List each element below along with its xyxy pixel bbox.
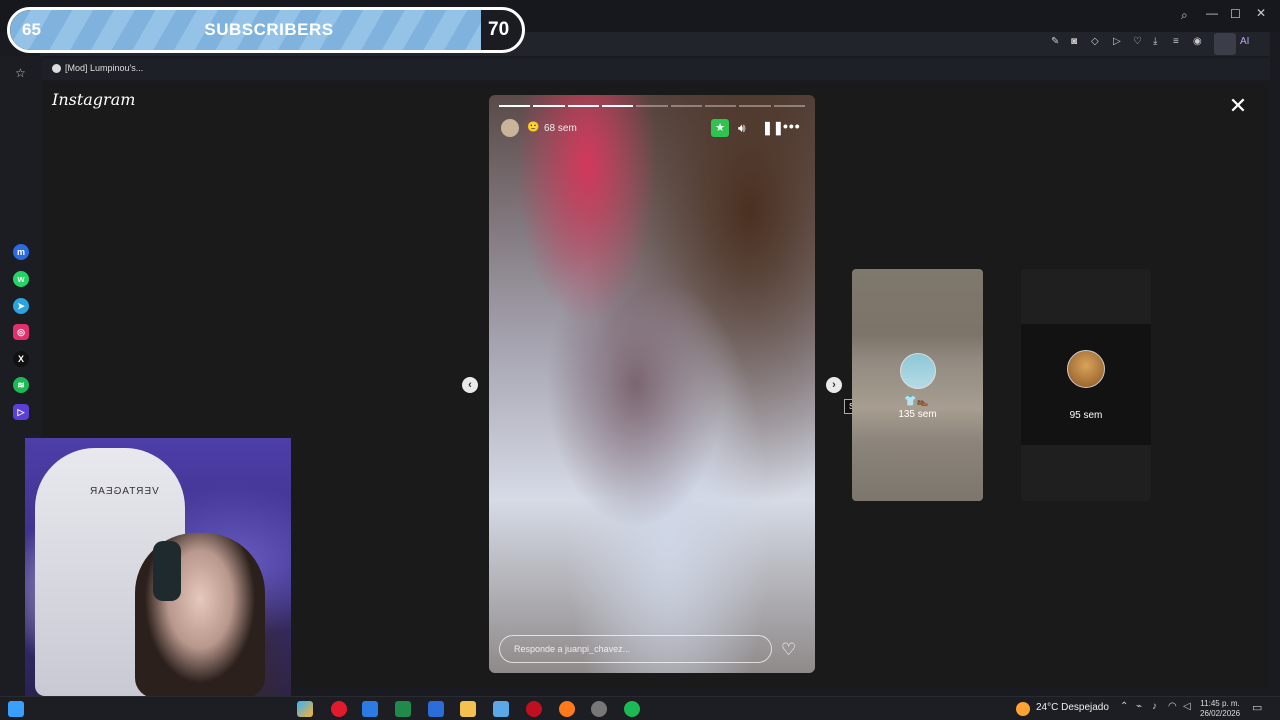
obs-icon[interactable]: [591, 701, 607, 717]
close-icon[interactable]: ✕: [1226, 95, 1250, 119]
progress-segment: [601, 105, 634, 107]
player-icon[interactable]: ▷: [13, 404, 29, 420]
bookmark-favicon: [52, 64, 61, 73]
avatar: [1067, 350, 1105, 388]
progress-segment: [567, 105, 599, 107]
more-options-icon[interactable]: •••: [783, 118, 801, 134]
notifications-icon[interactable]: ▭: [1252, 701, 1262, 714]
headset-icon: [153, 541, 181, 601]
close-friends-star-icon: ★: [711, 119, 729, 137]
window-close-button[interactable]: ✕: [1256, 6, 1266, 20]
progress-segment: [670, 105, 702, 107]
messenger-icon[interactable]: m: [13, 244, 29, 260]
instagram-icon[interactable]: ◎: [13, 324, 29, 340]
progress-segment: [739, 105, 771, 107]
story-age: 95 sem: [1069, 410, 1103, 421]
camera-icon[interactable]: ◙: [1071, 36, 1077, 47]
app-icon[interactable]: [526, 701, 542, 717]
whatsapp-icon[interactable]: w: [13, 271, 29, 287]
clock[interactable]: 11:45 p. m. 26/02/2026: [1200, 699, 1240, 719]
reply-input[interactable]: [499, 635, 772, 663]
firefox-icon[interactable]: [559, 701, 575, 717]
story-player[interactable]: 🙂 68 sem ★ 🔊︎ ❚❚ ••• ♡: [489, 95, 815, 673]
folder-icon[interactable]: [460, 701, 476, 717]
star-icon[interactable]: ☆: [15, 66, 26, 80]
story-progress-bar: [499, 105, 805, 108]
bookmark-item[interactable]: [Mod] Lumpinou's...: [65, 63, 143, 73]
copilot-icon[interactable]: [297, 701, 313, 717]
chevron-up-icon[interactable]: ⌃: [1120, 701, 1128, 712]
opera-icon[interactable]: [331, 701, 347, 717]
weather-text[interactable]: 24°C Despejado: [1036, 702, 1109, 713]
next-story-button[interactable]: ›: [826, 377, 842, 393]
spotify-icon[interactable]: ≋: [13, 377, 29, 393]
search-icon[interactable]: ⌕: [1181, 8, 1188, 23]
next-story-card[interactable]: 👕👞 135 sem: [852, 269, 983, 501]
avatar: [900, 353, 936, 389]
ai-button[interactable]: AI: [1240, 36, 1249, 47]
maximize-button[interactable]: ☐: [1230, 7, 1241, 21]
spotify-taskbar-icon[interactable]: [624, 701, 640, 717]
clock-date: 26/02/2026: [1200, 709, 1241, 718]
subscriber-goal: 70: [488, 19, 510, 40]
telegram-icon[interactable]: ➤: [13, 298, 29, 314]
story-age: 68 sem: [544, 123, 577, 134]
progress-segment: [636, 105, 668, 107]
profile-icon[interactable]: ◉: [1193, 36, 1202, 47]
excel-icon[interactable]: [395, 701, 411, 717]
webcam-overlay: VERTAGEAR: [25, 438, 291, 696]
subscriber-count: 65: [22, 20, 41, 39]
subscriber-goal-bar: SUBSCRIBERS 65 70: [7, 7, 525, 53]
microphone-icon[interactable]: ♪: [1152, 701, 1157, 712]
x-icon[interactable]: X: [13, 351, 29, 367]
avatar[interactable]: [501, 119, 519, 137]
minimize-button[interactable]: —: [1206, 6, 1218, 20]
mail-icon[interactable]: [428, 701, 444, 717]
clock-time: 11:45 p. m.: [1200, 699, 1240, 708]
progress-segment: [499, 105, 531, 107]
download-icon[interactable]: ⤓: [1153, 36, 1157, 47]
speaker-icon[interactable]: ◁: [1183, 701, 1191, 712]
network-icon[interactable]: ⌁: [1136, 701, 1142, 712]
emoji-icon: 👕👞: [904, 396, 929, 407]
previous-story-button[interactable]: ‹: [462, 377, 478, 393]
volume-icon[interactable]: 🔊︎: [738, 121, 746, 136]
progress-segment: [704, 105, 737, 107]
windows-start-icon[interactable]: [8, 701, 24, 717]
story-age: 135 sem: [898, 409, 937, 420]
shield-icon[interactable]: ◇: [1091, 36, 1099, 47]
chair-brand: VERTAGEAR: [89, 486, 159, 497]
progress-segment: [533, 105, 565, 107]
edit-icon[interactable]: ✎: [1051, 36, 1059, 47]
like-heart-icon[interactable]: ♡: [781, 640, 796, 660]
taskbar: 24°C Despejado ⌃ ⌁ ♪ ◠ ◁ 11:45 p. m. 26/…: [0, 696, 1280, 720]
emoji-icon: 🙂: [527, 122, 540, 133]
menu-icon[interactable]: ≡: [1173, 36, 1179, 47]
instagram-logo[interactable]: Instagram: [52, 90, 135, 109]
progress-segment: [773, 105, 805, 107]
next-story-card[interactable]: 95 sem: [1021, 269, 1151, 501]
extension-icon[interactable]: [1214, 33, 1236, 55]
bookmarks-bar: [Mod] Lumpinou's...: [40, 58, 1270, 80]
subscriber-label: SUBSCRIBERS: [204, 20, 334, 39]
weather-icon: [1016, 702, 1030, 716]
store-icon[interactable]: [362, 701, 378, 717]
pause-icon[interactable]: ❚❚: [762, 120, 784, 136]
steam-icon[interactable]: [493, 701, 509, 717]
heart-outline-icon[interactable]: ♡: [1133, 36, 1142, 47]
wifi-icon[interactable]: ◠: [1168, 701, 1177, 712]
play-icon[interactable]: ▷: [1113, 36, 1121, 47]
